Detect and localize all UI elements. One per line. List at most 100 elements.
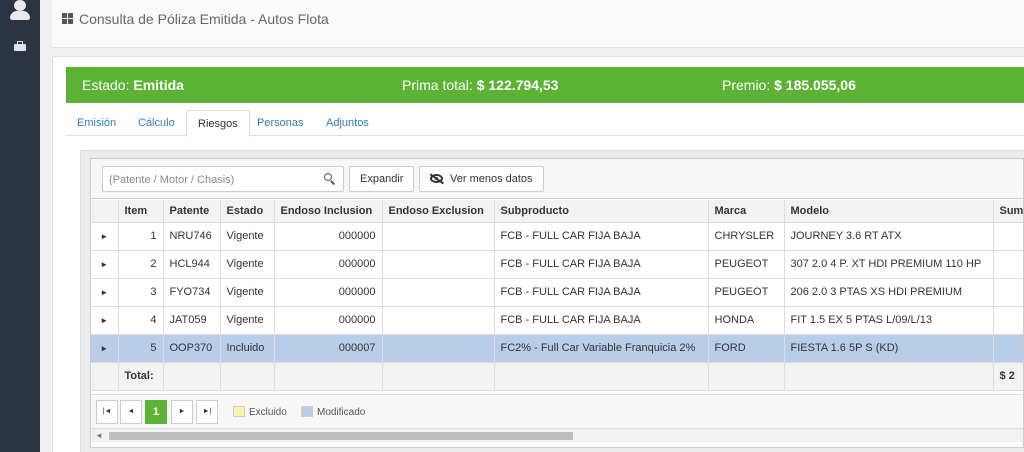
tab-adjuntos[interactable]: Adjuntos [315,110,380,137]
total-cell [163,362,221,391]
column-header-estado[interactable]: Estado [220,200,275,223]
cell-patente: JAT059 [163,306,221,335]
tab-calculo[interactable]: Cálculo [127,110,186,137]
cell-patente: NRU746 [163,222,221,251]
cell-modelo: FIESTA 1.6 5P S (KD) [784,334,994,363]
eye-slash-icon [430,173,444,184]
expand-row-icon[interactable]: ► [91,306,119,335]
tab-bar: Emisión Cálculo Riesgos Personas Adjunto… [66,107,1024,137]
cell-modelo: 307 2.0 4 P. XT HDI PREMIUM 110 HP [784,250,994,279]
column-header-marca[interactable]: Marca [708,200,785,223]
expand-button[interactable]: Expandir [349,166,415,192]
table-row[interactable]: ► 2 HCL944 Vigente 000000 FCB - FULL CAR… [91,250,1023,279]
cell-endoso-inclusion: 000000 [274,222,383,251]
search-box [102,166,344,192]
cell-item: 4 [118,306,164,335]
cell-endoso-inclusion: 000000 [274,250,383,279]
cell-subproducto: FC2% - Full Car Variable Franquicia 2% [494,334,709,363]
less-data-button[interactable]: Ver menos datos [419,166,544,192]
total-spacer [91,362,119,391]
page-number-current[interactable]: 1 [145,400,167,424]
estado-label: Estado: [82,77,130,93]
sidebar [0,0,40,452]
scroll-left-icon[interactable]: ◄ [95,431,103,440]
total-cell [708,362,785,391]
expand-row-icon[interactable]: ► [91,222,119,251]
premio-label: Premio: [722,77,771,93]
cell-endoso-exclusion [382,278,495,307]
premio-info: Premio: $ 185.055,06 [722,77,856,93]
expand-row-icon[interactable]: ► [91,334,119,363]
tab-riesgos[interactable]: Riesgos [186,110,250,137]
cell-item: 2 [118,250,164,279]
cell-patente: OOP370 [163,334,221,363]
tab-personas[interactable]: Personas [246,110,314,137]
column-header-subproducto[interactable]: Subproducto [494,200,709,223]
cell-endoso-exclusion [382,222,495,251]
prima-value: $ 122.794,53 [476,77,559,93]
table-row[interactable]: ► 4 JAT059 Vigente 000000 FCB - FULL CAR… [91,306,1023,335]
cell-estado: Vigente [220,278,275,307]
table-total-row: Total: $ 2 [91,362,1023,391]
cell-modelo: FIT 1.5 EX 5 PTAS L/09/L/13 [784,306,994,335]
column-header [91,200,119,223]
expand-row-icon[interactable]: ► [91,278,119,307]
grid-icon [62,13,74,25]
table-row[interactable]: ► 1 NRU746 Vigente 000000 FCB - FULL CAR… [91,222,1023,251]
cell-marca: HONDA [708,306,785,335]
column-header-item[interactable]: Item [118,200,164,223]
cell-marca: CHRYSLER [708,222,785,251]
horizontal-scrollbar[interactable]: ◄ [91,428,1023,442]
cell-endoso-exclusion [382,334,495,363]
grid-toolbar: Expandir Ver menos datos [91,159,1023,199]
briefcase-icon[interactable] [14,41,26,51]
cell-estado: Vigente [220,222,275,251]
cell-sum: $ [993,306,1023,335]
cell-marca: FORD [708,334,785,363]
cell-sum: $ [993,278,1023,307]
prev-page-icon[interactable]: ◄ [120,400,142,424]
column-header-endoso-exclusion[interactable]: Endoso Exclusion [382,200,495,223]
cell-patente: HCL944 [163,250,221,279]
cell-patente: FYO734 [163,278,221,307]
column-header-modelo[interactable]: Modelo [784,200,994,223]
cell-item: 3 [118,278,164,307]
total-cell [220,362,275,391]
cell-subproducto: FCB - FULL CAR FIJA BAJA [494,278,709,307]
table-row[interactable]: ► 3 FYO734 Vigente 000000 FCB - FULL CAR… [91,278,1023,307]
premio-value: $ 185.055,06 [774,77,856,93]
cell-endoso-inclusion: 000000 [274,278,383,307]
search-input[interactable] [109,172,309,187]
total-cell [382,362,495,391]
table-row-selected[interactable]: ► 5 OOP370 Incluido 000007 FC2% - Full C… [91,334,1023,363]
total-cell [494,362,709,391]
column-header-endoso-inclusion[interactable]: Endoso Inclusion [274,200,383,223]
estado-value: Emitida [133,77,184,93]
legend-excluded-label: Excluido [249,407,287,418]
first-page-icon[interactable]: |◄ [96,400,118,424]
cell-item: 5 [118,334,164,363]
column-header-sum[interactable]: Sum [993,200,1023,223]
next-page-icon[interactable]: ► [171,400,193,424]
cell-marca: PEUGEOT [708,278,785,307]
total-value: $ 2 [993,362,1023,391]
legend-modified-swatch [301,406,313,417]
user-icon[interactable] [9,0,31,22]
column-header-patente[interactable]: Patente [163,200,221,223]
less-data-label: Ver menos datos [450,173,533,185]
cell-subproducto: FCB - FULL CAR FIJA BAJA [494,250,709,279]
prima-label: Prima total: [402,77,473,93]
page-title: Consulta de Póliza Emitida - Autos Flota [79,11,329,27]
search-icon[interactable] [324,173,336,185]
cell-sum: $ [993,334,1023,363]
prima-info: Prima total: $ 122.794,53 [402,77,558,93]
scrollbar-thumb[interactable] [109,432,573,440]
header-bar: Consulta de Póliza Emitida - Autos Flota [52,0,1024,48]
legend-excluded: Excluido [233,406,287,418]
cell-endoso-inclusion: 000007 [274,334,383,363]
last-page-icon[interactable]: ►| [196,400,218,424]
expand-row-icon[interactable]: ► [91,250,119,279]
table-header-row: Item Patente Estado Endoso Inclusion End… [91,200,1023,223]
policy-status-bar: Estado: Emitida Prima total: $ 122.794,5… [66,67,1024,103]
tab-emision[interactable]: Emisión [66,110,127,137]
